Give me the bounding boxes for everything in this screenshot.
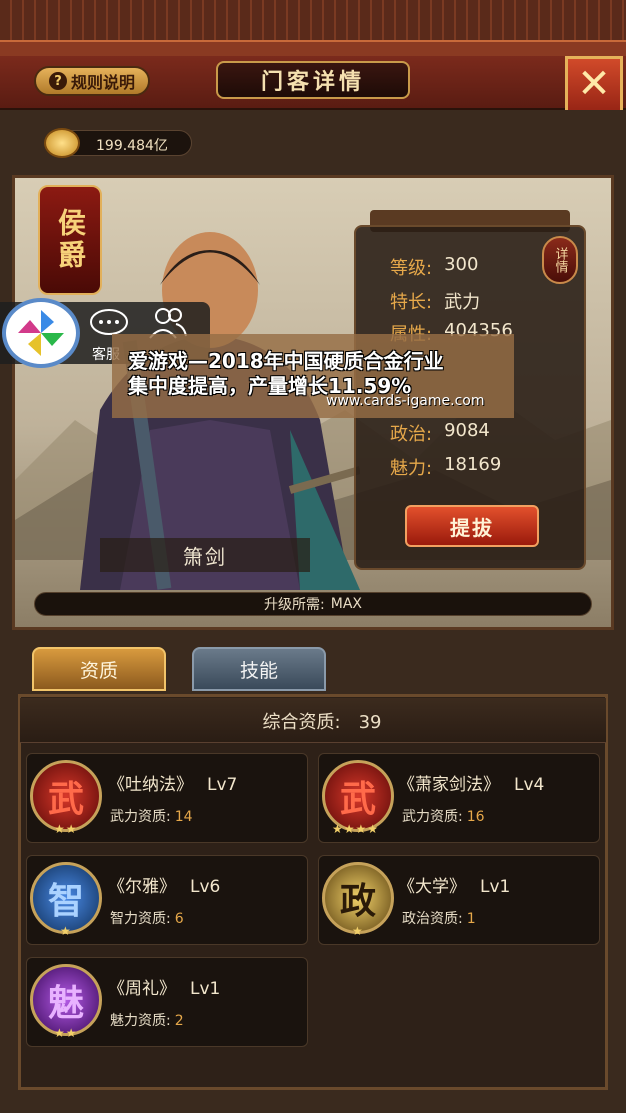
total-quality-label: 综合资质: [262,712,341,733]
close-icon: ✕ [577,61,611,107]
stat-politics: 政治: 9084 [390,420,490,445]
rules-button[interactable]: ? 规则说明 [34,66,150,96]
upgrade-value: MAX [330,596,362,612]
skill-name: 《吐纳法》 Lv7 [108,775,238,795]
skill-attribute: 政治资质: 1 [402,911,476,927]
stat-specialty: 特长: 武力 [390,292,481,313]
total-quality-value: 39 [358,712,382,733]
question-icon: ? [48,72,67,90]
skill-name: 《周礼》 Lv1 [108,979,221,999]
page-title: 门客详情 [216,61,410,99]
upgrade-bar: 升级所需: MAX [34,592,592,616]
promote-button[interactable]: 提拔 [405,505,539,547]
rank-badge: 侯爵 [38,185,102,295]
skill-name: 《大学》 Lv1 [398,877,511,897]
skill-stars: ★ [60,924,72,938]
skill-attribute: 武力资质: 16 [402,809,485,825]
pinwheel-app-icon[interactable] [2,298,80,368]
skill-stars: ★ [352,924,364,938]
skill-name: 《萧家剑法》 Lv4 [398,775,545,795]
skill-attribute: 武力资质: 14 [110,809,193,825]
hero-name: 箫剑 [100,538,310,572]
skill-attribute: 魅力资质: 2 [110,1013,184,1029]
rules-label: 规则说明 [70,73,135,92]
upgrade-label: 升级所需: [264,597,325,613]
detail-button[interactable]: 详情 [542,236,578,284]
skill-name: 《尔雅》 Lv6 [108,877,221,897]
skill-stars: ★★ [54,822,78,836]
tab-skills[interactable]: 技能 [192,647,326,691]
total-quality: 综合资质: 39 [0,708,626,734]
skill-stars: ★★ [54,1026,78,1040]
watermark-url: www.cards-igame.com [326,393,485,409]
tab-quality[interactable]: 资质 [32,647,166,691]
currency-amount: 199.484亿 [96,138,168,154]
skill-attribute: 智力资质: 6 [110,911,184,927]
stat-charm: 魅力: 18169 [390,454,502,479]
skill-stars: ★★★★ [332,822,380,836]
stat-level: 等级: 300 [390,254,479,279]
coin-icon [44,128,80,158]
